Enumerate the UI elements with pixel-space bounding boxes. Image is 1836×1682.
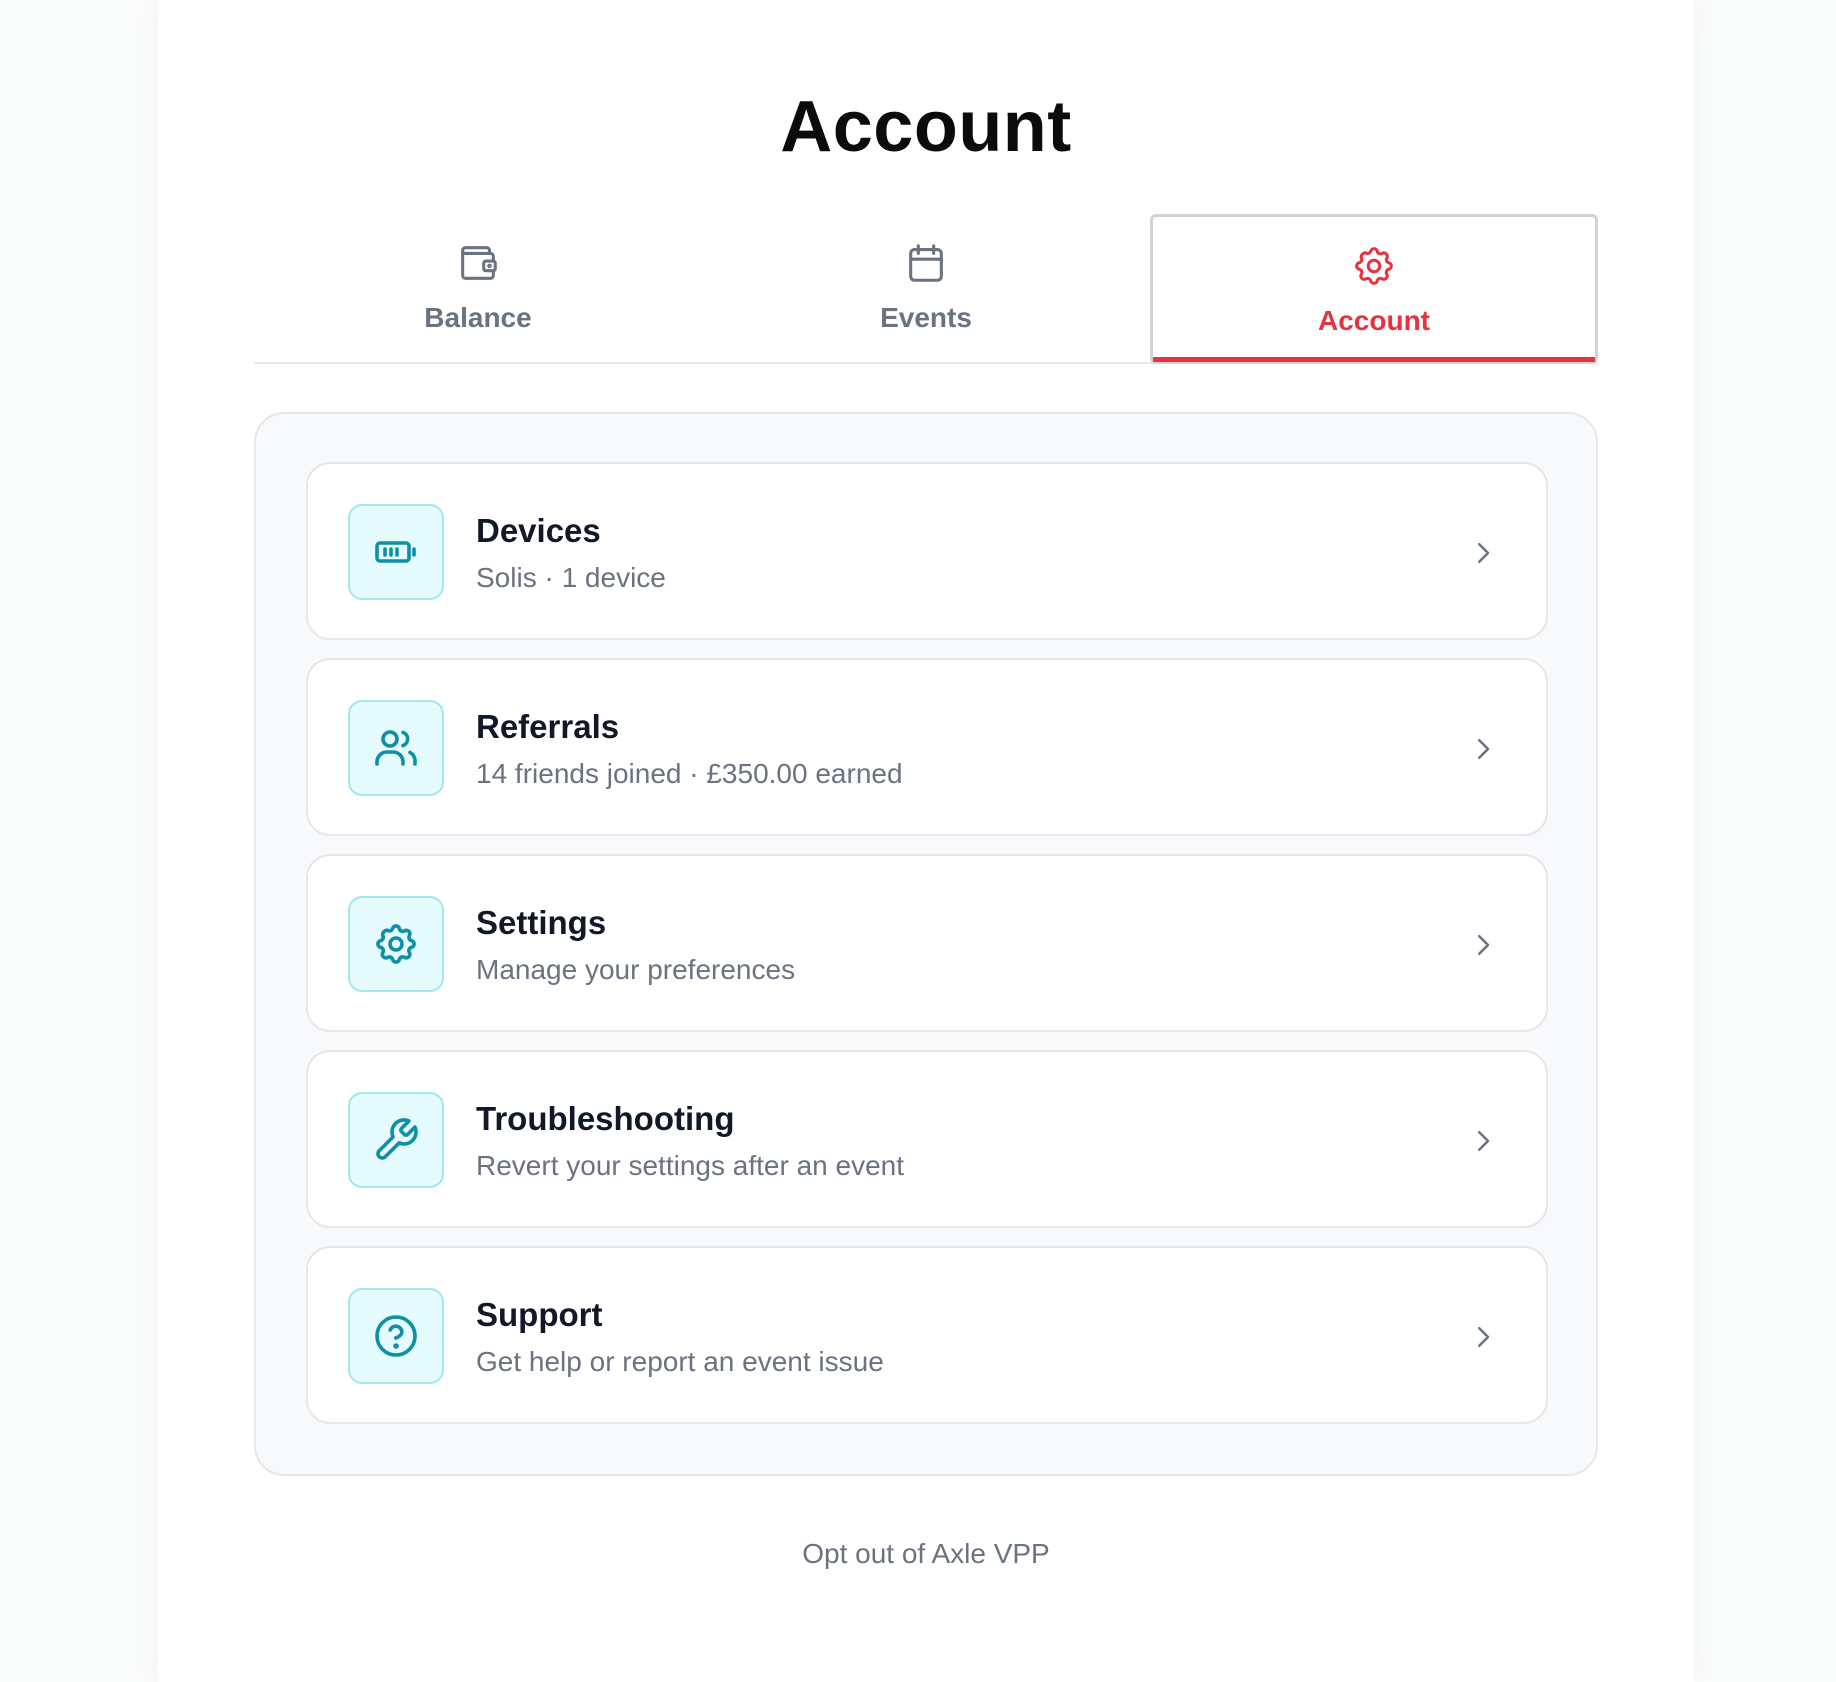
icon-container [348,1288,444,1384]
menu-item-subtitle: Solis · 1 device [476,562,666,593]
menu-item-referrals[interactable]: Referrals 14 friends joined · £350.00 ea… [306,658,1548,836]
wallet-icon [461,246,497,280]
chevron-right-icon [1478,543,1490,563]
menu-item-subtitle: Manage your preferences [476,954,796,985]
menu-item-devices[interactable]: Devices Solis · 1 device [306,462,1548,640]
calendar-icon [909,244,943,282]
tab-label: Events [880,302,972,333]
page-title: Account [780,87,1072,167]
battery-icon [375,541,416,563]
menu-item-subtitle: 14 friends joined · £350.00 earned [476,758,903,789]
tab-label: Account [1318,305,1430,336]
menu-item-title: Troubleshooting [476,1100,735,1137]
gear-icon [1355,247,1393,285]
tab-label: Balance [424,302,532,333]
icon-container [348,896,444,992]
chevron-right-icon [1478,1327,1490,1347]
opt-out-link[interactable]: Opt out of Axle VPP [158,1538,1694,1570]
chevron-right-icon [1478,739,1490,759]
tab-account[interactable]: Account [1150,214,1598,364]
icon-container [348,1092,444,1188]
gear-icon [376,924,416,964]
menu-item-title: Referrals [476,708,620,745]
wrench-icon [376,1118,418,1160]
menu-item-title: Devices [476,512,601,549]
menu-item-support[interactable]: Support Get help or report an event issu… [306,1246,1548,1424]
tab-bar: Balance Events Account [254,214,1598,364]
help-circle-icon [375,1315,417,1357]
icon-container [348,504,444,600]
tab-balance[interactable]: Balance [254,214,702,364]
icon-container [348,700,444,796]
chevron-right-icon [1478,935,1490,955]
page-container: Account Balance Events Account Devices S… [158,0,1694,1682]
menu-item-troubleshooting[interactable]: Troubleshooting Revert your settings aft… [306,1050,1548,1228]
menu-item-title: Support [476,1296,603,1333]
chevron-right-icon [1478,1131,1490,1151]
menu-item-subtitle: Get help or report an event issue [476,1346,884,1377]
users-icon [375,730,417,766]
account-menu-panel: Devices Solis · 1 device Referrals 14 fr… [254,412,1598,1476]
menu-item-settings[interactable]: Settings Manage your preferences [306,854,1548,1032]
tab-events[interactable]: Events [702,214,1150,364]
menu-item-title: Settings [476,904,607,941]
menu-item-subtitle: Revert your settings after an event [476,1150,904,1181]
